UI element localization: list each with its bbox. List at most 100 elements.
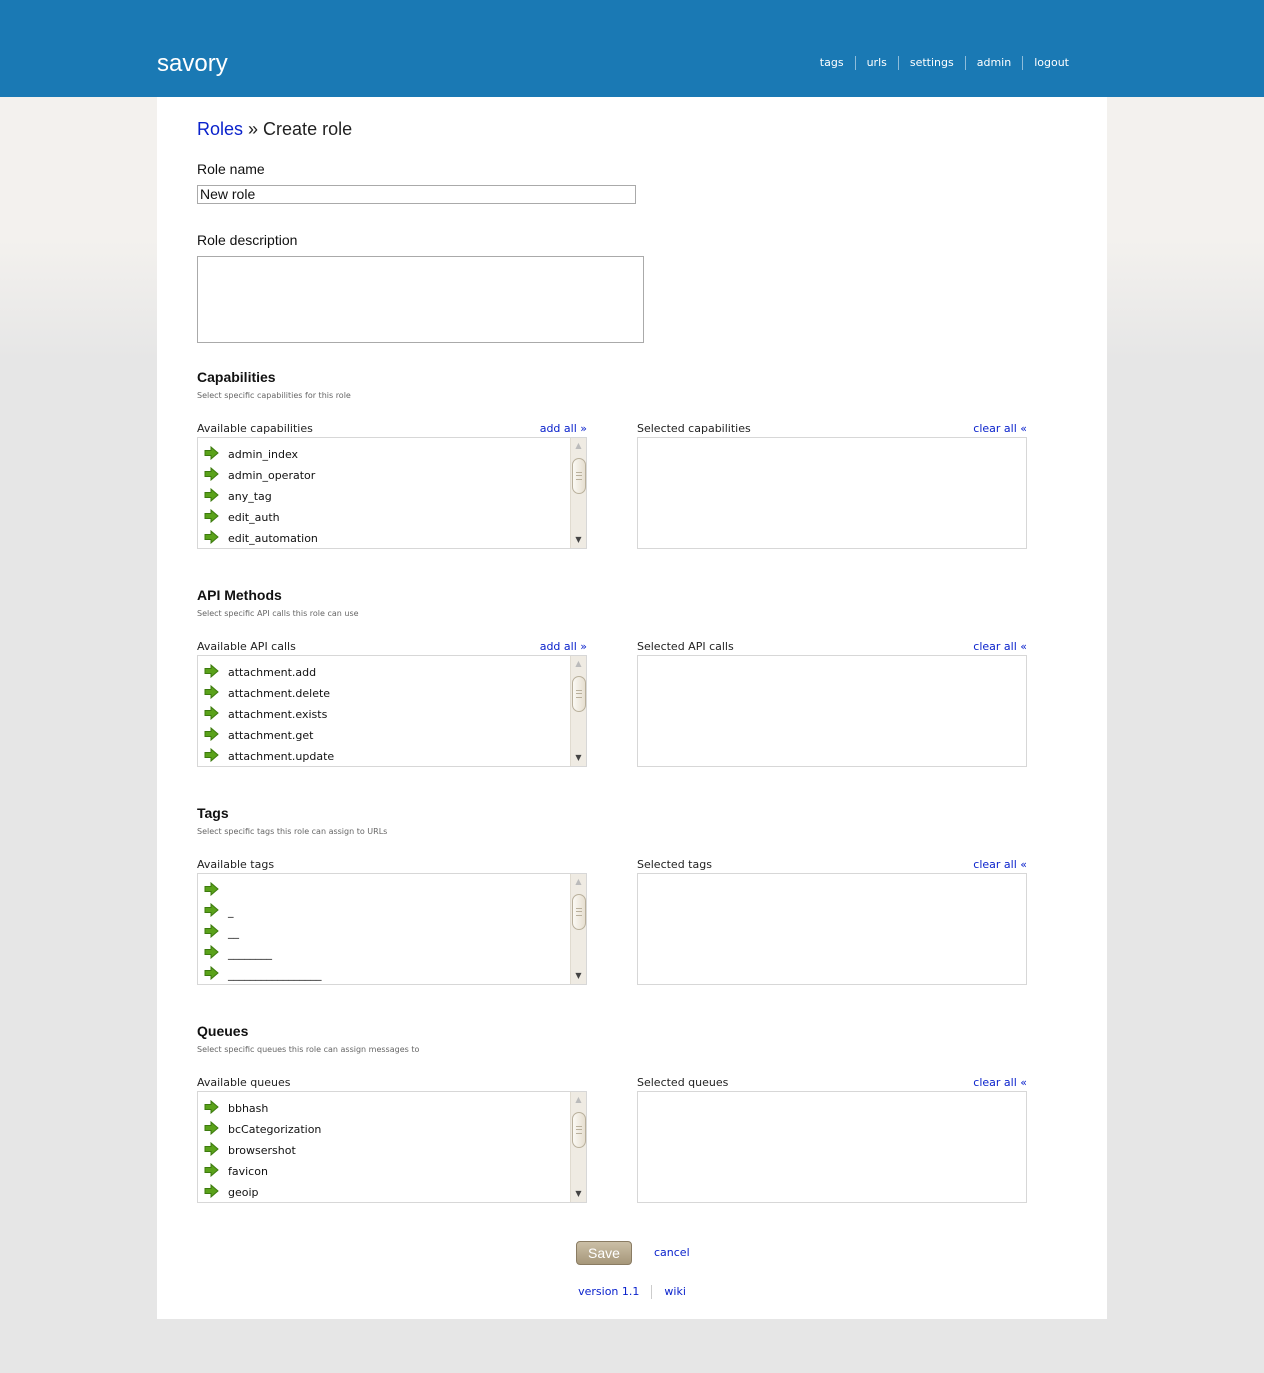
scroll-down-arrow-icon[interactable]: ▼ (571, 970, 586, 982)
list-item[interactable]: bbhash (198, 1096, 586, 1117)
available-list-tags[interactable]: _ __ ________ _________________ ▲ ▼ (197, 873, 587, 985)
list-item-label: attachment.get (228, 729, 314, 742)
list-item[interactable]: admin_index (198, 442, 586, 463)
green-right-arrow-icon[interactable] (204, 944, 219, 960)
section-title-queues: Queues (197, 1023, 249, 1039)
brand-logo[interactable]: savory (157, 50, 228, 78)
scroll-up-arrow-icon[interactable]: ▲ (571, 876, 586, 888)
role-name-input[interactable]: New role (197, 185, 636, 204)
list-item[interactable]: attachment.get (198, 723, 586, 744)
list-item[interactable]: edit_auth (198, 505, 586, 526)
list-item[interactable]: ________ (198, 941, 586, 962)
section-title-api-methods: API Methods (197, 587, 282, 603)
available-list-queues[interactable]: bbhash bcCategorization browsershot favicon… (197, 1091, 587, 1203)
clear-all-queues-link[interactable]: clear all « (973, 1076, 1027, 1089)
scroll-up-arrow-icon[interactable]: ▲ (571, 658, 586, 670)
green-right-arrow-icon[interactable] (204, 902, 219, 918)
section-subtitle-queues: Select specific queues this role can ass… (197, 1045, 420, 1054)
list-item-label: browsershot (228, 1144, 296, 1157)
scrollbar-thumb[interactable] (572, 894, 586, 930)
list-item[interactable]: attachment.add (198, 660, 586, 681)
section-title-capabilities: Capabilities (197, 369, 276, 385)
list-item[interactable]: attachment.exists (198, 702, 586, 723)
nav-admin[interactable]: admin (964, 56, 1022, 70)
green-right-arrow-icon[interactable] (204, 508, 219, 524)
list-item-label: bbhash (228, 1102, 269, 1115)
selected-list-tags[interactable] (637, 873, 1027, 985)
list-item[interactable]: _ (198, 899, 586, 920)
role-description-textarea[interactable] (197, 256, 644, 343)
available-list-capabilities[interactable]: admin_index admin_operator any_tag edit_aut… (197, 437, 587, 549)
list-item-label: favicon (228, 1165, 268, 1178)
scroll-down-arrow-icon[interactable]: ▼ (571, 534, 586, 546)
available-list-api-methods[interactable]: attachment.add attachment.delete attachmen… (197, 655, 587, 767)
available-label-queues: Available queues (197, 1076, 291, 1089)
scrollbar-thumb[interactable] (572, 1112, 586, 1148)
list-item[interactable]: bcCategorization (198, 1117, 586, 1138)
clear-all-api-methods-link[interactable]: clear all « (973, 640, 1027, 653)
add-all-capabilities-link[interactable]: add all » (540, 422, 587, 435)
add-all-api-methods-link[interactable]: add all » (540, 640, 587, 653)
scroll-up-arrow-icon[interactable]: ▲ (571, 440, 586, 452)
list-item[interactable]: favicon (198, 1159, 586, 1180)
green-right-arrow-icon[interactable] (204, 923, 219, 939)
cancel-link[interactable]: cancel (654, 1246, 690, 1259)
footer: version 1.1 wiki (157, 1285, 1107, 1299)
nav-tags[interactable]: tags (809, 56, 855, 70)
nav-urls[interactable]: urls (854, 56, 898, 70)
list-item[interactable]: edit_automation (198, 526, 586, 547)
green-right-arrow-icon[interactable] (204, 747, 219, 763)
list-item[interactable]: attachment.update (198, 744, 586, 765)
list-item[interactable]: admin_operator (198, 463, 586, 484)
list-item[interactable]: any_tag (198, 484, 586, 505)
green-right-arrow-icon[interactable] (204, 466, 219, 482)
green-right-arrow-icon[interactable] (204, 726, 219, 742)
section-subtitle-tags: Select specific tags this role can assig… (197, 827, 388, 836)
green-right-arrow-icon[interactable] (204, 1183, 219, 1199)
green-right-arrow-icon[interactable] (204, 881, 219, 897)
green-right-arrow-icon[interactable] (204, 1099, 219, 1115)
scroll-up-arrow-icon[interactable]: ▲ (571, 1094, 586, 1106)
available-label-tags: Available tags (197, 858, 275, 871)
selected-list-capabilities[interactable] (637, 437, 1027, 549)
nav-settings[interactable]: settings (897, 56, 965, 70)
list-scrollbar[interactable]: ▲ ▼ (570, 438, 586, 548)
clear-all-capabilities-link[interactable]: clear all « (973, 422, 1027, 435)
list-item-label: edit_auth (228, 511, 280, 524)
scrollbar-thumb[interactable] (572, 458, 586, 494)
list-item[interactable] (198, 878, 586, 899)
green-right-arrow-icon[interactable] (204, 1162, 219, 1178)
list-scrollbar[interactable]: ▲ ▼ (570, 656, 586, 766)
list-item[interactable]: geoip (198, 1180, 586, 1201)
section-subtitle-capabilities: Select specific capabilities for this ro… (197, 391, 351, 400)
green-right-arrow-icon[interactable] (204, 705, 219, 721)
save-button[interactable]: Save (576, 1241, 632, 1265)
scrollbar-thumb[interactable] (572, 676, 586, 712)
version-link[interactable]: version 1.1 (566, 1285, 651, 1299)
selected-list-queues[interactable] (637, 1091, 1027, 1203)
list-item-label: attachment.update (228, 750, 335, 763)
green-right-arrow-icon[interactable] (204, 1120, 219, 1136)
green-right-arrow-icon[interactable] (204, 445, 219, 461)
list-item[interactable]: attachment.delete (198, 681, 586, 702)
list-item[interactable]: browsershot (198, 1138, 586, 1159)
scroll-down-arrow-icon[interactable]: ▼ (571, 752, 586, 764)
breadcrumb-roles-link[interactable]: Roles (197, 119, 243, 139)
green-right-arrow-icon[interactable] (204, 684, 219, 700)
list-item[interactable]: _________________ (198, 962, 586, 983)
clear-all-tags-link[interactable]: clear all « (973, 858, 1027, 871)
green-right-arrow-icon[interactable] (204, 1141, 219, 1157)
list-scrollbar[interactable]: ▲ ▼ (570, 1092, 586, 1202)
list-item-label: geoip (228, 1186, 259, 1199)
green-right-arrow-icon[interactable] (204, 487, 219, 503)
nav-logout[interactable]: logout (1022, 56, 1080, 70)
list-scrollbar[interactable]: ▲ ▼ (570, 874, 586, 984)
selected-list-api-methods[interactable] (637, 655, 1027, 767)
wiki-link[interactable]: wiki (651, 1285, 697, 1299)
green-right-arrow-icon[interactable] (204, 965, 219, 981)
list-item[interactable]: __ (198, 920, 586, 941)
scroll-down-arrow-icon[interactable]: ▼ (571, 1188, 586, 1200)
list-item-label: admin_index (228, 448, 299, 461)
green-right-arrow-icon[interactable] (204, 663, 219, 679)
green-right-arrow-icon[interactable] (204, 529, 219, 545)
